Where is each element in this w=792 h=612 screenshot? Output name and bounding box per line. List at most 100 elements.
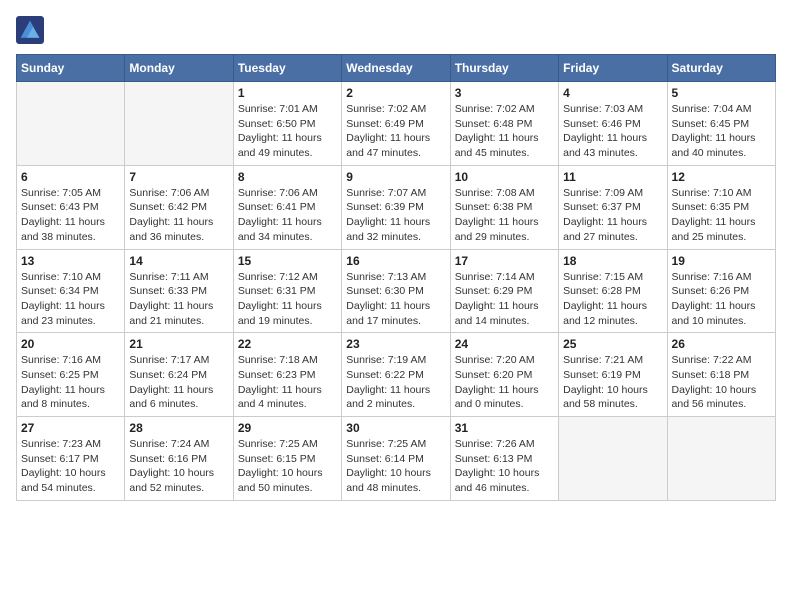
cell-info: Sunrise: 7:20 AM Sunset: 6:20 PM Dayligh… (455, 353, 554, 412)
calendar-cell: 15 Sunrise: 7:12 AM Sunset: 6:31 PM Dayli… (233, 249, 341, 333)
cell-info: Sunrise: 7:23 AM Sunset: 6:17 PM Dayligh… (21, 437, 120, 496)
calendar-header-row: SundayMondayTuesdayWednesdayThursdayFrid… (17, 55, 776, 82)
day-number: 21 (129, 337, 228, 351)
day-number: 16 (346, 254, 445, 268)
calendar-header-friday: Friday (559, 55, 667, 82)
day-number: 6 (21, 170, 120, 184)
calendar-cell: 25 Sunrise: 7:21 AM Sunset: 6:19 PM Dayli… (559, 333, 667, 417)
day-number: 1 (238, 86, 337, 100)
day-number: 26 (672, 337, 771, 351)
calendar-cell: 9 Sunrise: 7:07 AM Sunset: 6:39 PM Daylig… (342, 165, 450, 249)
calendar-cell: 21 Sunrise: 7:17 AM Sunset: 6:24 PM Dayli… (125, 333, 233, 417)
day-number: 20 (21, 337, 120, 351)
calendar-cell (17, 82, 125, 166)
day-number: 24 (455, 337, 554, 351)
day-number: 11 (563, 170, 662, 184)
cell-info: Sunrise: 7:07 AM Sunset: 6:39 PM Dayligh… (346, 186, 445, 245)
cell-info: Sunrise: 7:22 AM Sunset: 6:18 PM Dayligh… (672, 353, 771, 412)
cell-info: Sunrise: 7:09 AM Sunset: 6:37 PM Dayligh… (563, 186, 662, 245)
page-header (16, 16, 776, 44)
day-number: 2 (346, 86, 445, 100)
calendar-cell: 16Sunrise: 7:13 AM Sunset: 6:30 PM Dayli… (342, 249, 450, 333)
calendar-header-wednesday: Wednesday (342, 55, 450, 82)
cell-info: Sunrise: 7:02 AM Sunset: 6:48 PM Dayligh… (455, 102, 554, 161)
calendar-header-sunday: Sunday (17, 55, 125, 82)
day-number: 25 (563, 337, 662, 351)
calendar-cell: 23 Sunrise: 7:19 AM Sunset: 6:22 PM Dayli… (342, 333, 450, 417)
cell-info: Sunrise: 7:10 AM Sunset: 6:35 PM Dayligh… (672, 186, 771, 245)
calendar-cell: 26 Sunrise: 7:22 AM Sunset: 6:18 PM Dayli… (667, 333, 775, 417)
cell-info: Sunrise: 7:03 AM Sunset: 6:46 PM Dayligh… (563, 102, 662, 161)
calendar-header-saturday: Saturday (667, 55, 775, 82)
calendar-cell (125, 82, 233, 166)
cell-info: Sunrise: 7:06 AM Sunset: 6:41 PM Dayligh… (238, 186, 337, 245)
cell-info: Sunrise: 7:26 AM Sunset: 6:13 PM Dayligh… (455, 437, 554, 496)
day-number: 13 (21, 254, 120, 268)
calendar-week-1: 1 Sunrise: 7:01 AM Sunset: 6:50 PM Daylig… (17, 82, 776, 166)
cell-info: Sunrise: 7:14 AM Sunset: 6:29 PM Dayligh… (455, 270, 554, 329)
day-number: 27 (21, 421, 120, 435)
cell-info: Sunrise: 7:01 AM Sunset: 6:50 PM Dayligh… (238, 102, 337, 161)
calendar-cell: 7 Sunrise: 7:06 AM Sunset: 6:42 PM Daylig… (125, 165, 233, 249)
cell-info: Sunrise: 7:18 AM Sunset: 6:23 PM Dayligh… (238, 353, 337, 412)
calendar-cell: 10Sunrise: 7:08 AM Sunset: 6:38 PM Dayli… (450, 165, 558, 249)
calendar-week-5: 27 Sunrise: 7:23 AM Sunset: 6:17 PM Dayli… (17, 417, 776, 501)
day-number: 28 (129, 421, 228, 435)
day-number: 15 (238, 254, 337, 268)
calendar-cell: 17 Sunrise: 7:14 AM Sunset: 6:29 PM Dayli… (450, 249, 558, 333)
calendar-cell: 22 Sunrise: 7:18 AM Sunset: 6:23 PM Dayli… (233, 333, 341, 417)
day-number: 19 (672, 254, 771, 268)
cell-info: Sunrise: 7:06 AM Sunset: 6:42 PM Dayligh… (129, 186, 228, 245)
calendar-cell: 12Sunrise: 7:10 AM Sunset: 6:35 PM Dayli… (667, 165, 775, 249)
cell-info: Sunrise: 7:21 AM Sunset: 6:19 PM Dayligh… (563, 353, 662, 412)
calendar-header-monday: Monday (125, 55, 233, 82)
cell-info: Sunrise: 7:25 AM Sunset: 6:15 PM Dayligh… (238, 437, 337, 496)
calendar-cell: 8 Sunrise: 7:06 AM Sunset: 6:41 PM Daylig… (233, 165, 341, 249)
calendar-cell: 6 Sunrise: 7:05 AM Sunset: 6:43 PM Daylig… (17, 165, 125, 249)
calendar-cell: 1 Sunrise: 7:01 AM Sunset: 6:50 PM Daylig… (233, 82, 341, 166)
day-number: 29 (238, 421, 337, 435)
cell-info: Sunrise: 7:16 AM Sunset: 6:25 PM Dayligh… (21, 353, 120, 412)
cell-info: Sunrise: 7:05 AM Sunset: 6:43 PM Dayligh… (21, 186, 120, 245)
calendar-cell: 13Sunrise: 7:10 AM Sunset: 6:34 PM Dayli… (17, 249, 125, 333)
calendar-cell: 11 Sunrise: 7:09 AM Sunset: 6:37 PM Dayli… (559, 165, 667, 249)
cell-info: Sunrise: 7:04 AM Sunset: 6:45 PM Dayligh… (672, 102, 771, 161)
calendar-header-thursday: Thursday (450, 55, 558, 82)
day-number: 8 (238, 170, 337, 184)
day-number: 7 (129, 170, 228, 184)
cell-info: Sunrise: 7:15 AM Sunset: 6:28 PM Dayligh… (563, 270, 662, 329)
calendar-cell: 19 Sunrise: 7:16 AM Sunset: 6:26 PM Dayli… (667, 249, 775, 333)
calendar-cell: 5 Sunrise: 7:04 AM Sunset: 6:45 PM Daylig… (667, 82, 775, 166)
calendar-cell: 24 Sunrise: 7:20 AM Sunset: 6:20 PM Dayli… (450, 333, 558, 417)
calendar-cell: 27 Sunrise: 7:23 AM Sunset: 6:17 PM Dayli… (17, 417, 125, 501)
day-number: 18 (563, 254, 662, 268)
calendar-cell: 3 Sunrise: 7:02 AM Sunset: 6:48 PM Daylig… (450, 82, 558, 166)
calendar-week-2: 6 Sunrise: 7:05 AM Sunset: 6:43 PM Daylig… (17, 165, 776, 249)
day-number: 3 (455, 86, 554, 100)
day-number: 22 (238, 337, 337, 351)
calendar-cell: 29 Sunrise: 7:25 AM Sunset: 6:15 PM Dayli… (233, 417, 341, 501)
day-number: 23 (346, 337, 445, 351)
calendar-week-3: 13Sunrise: 7:10 AM Sunset: 6:34 PM Dayli… (17, 249, 776, 333)
day-number: 17 (455, 254, 554, 268)
logo-icon (16, 16, 44, 44)
calendar-week-4: 20 Sunrise: 7:16 AM Sunset: 6:25 PM Dayli… (17, 333, 776, 417)
day-number: 4 (563, 86, 662, 100)
calendar-cell: 18 Sunrise: 7:15 AM Sunset: 6:28 PM Dayli… (559, 249, 667, 333)
cell-info: Sunrise: 7:16 AM Sunset: 6:26 PM Dayligh… (672, 270, 771, 329)
cell-info: Sunrise: 7:02 AM Sunset: 6:49 PM Dayligh… (346, 102, 445, 161)
cell-info: Sunrise: 7:19 AM Sunset: 6:22 PM Dayligh… (346, 353, 445, 412)
day-number: 14 (129, 254, 228, 268)
logo (16, 16, 48, 44)
day-number: 5 (672, 86, 771, 100)
cell-info: Sunrise: 7:25 AM Sunset: 6:14 PM Dayligh… (346, 437, 445, 496)
day-number: 31 (455, 421, 554, 435)
calendar-header-tuesday: Tuesday (233, 55, 341, 82)
calendar-cell: 14Sunrise: 7:11 AM Sunset: 6:33 PM Dayli… (125, 249, 233, 333)
cell-info: Sunrise: 7:08 AM Sunset: 6:38 PM Dayligh… (455, 186, 554, 245)
cell-info: Sunrise: 7:12 AM Sunset: 6:31 PM Dayligh… (238, 270, 337, 329)
day-number: 9 (346, 170, 445, 184)
calendar-cell: 4 Sunrise: 7:03 AM Sunset: 6:46 PM Daylig… (559, 82, 667, 166)
cell-info: Sunrise: 7:17 AM Sunset: 6:24 PM Dayligh… (129, 353, 228, 412)
calendar-cell: 28Sunrise: 7:24 AM Sunset: 6:16 PM Dayli… (125, 417, 233, 501)
